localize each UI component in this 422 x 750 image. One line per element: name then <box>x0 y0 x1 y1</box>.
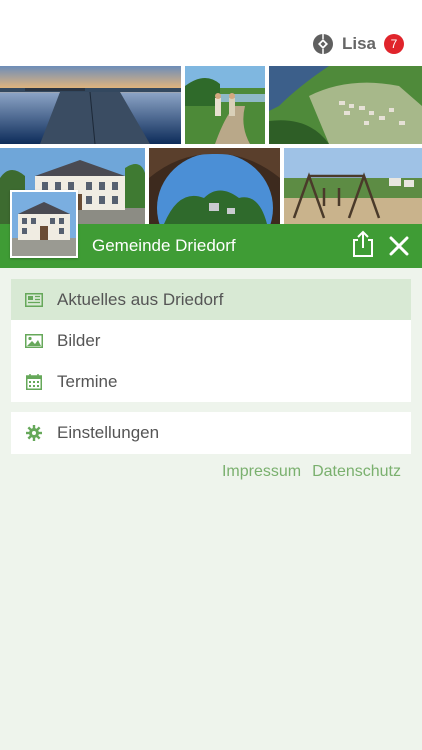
community-title: Gemeinde Driedorf <box>92 236 236 255</box>
main-menu: Aktuelles aus Driedorf Bilder Termine <box>11 279 411 402</box>
image-icon <box>25 333 43 349</box>
user-name[interactable]: Lisa <box>342 34 376 54</box>
user-account[interactable]: Lisa 7 <box>312 32 404 56</box>
menu-item-label: Termine <box>57 371 118 391</box>
menu-item-termine[interactable]: Termine <box>11 361 411 402</box>
menu-item-aktuelles[interactable]: Aktuelles aus Driedorf <box>11 279 411 320</box>
lake-dock-photo <box>0 66 181 144</box>
calendar-icon <box>25 373 43 390</box>
hikers-photo <box>185 66 265 144</box>
notification-badge[interactable]: 7 <box>384 34 404 54</box>
impressum-link[interactable]: Impressum <box>222 463 301 481</box>
menu-item-label: Aktuelles aus Driedorf <box>57 289 224 309</box>
menu-item-label: Einstellungen <box>57 423 160 442</box>
gear-icon <box>25 425 43 441</box>
settings-menu: Einstellungen <box>11 412 411 454</box>
menu-item-einstellungen[interactable]: Einstellungen <box>11 412 411 454</box>
menu-item-bilder[interactable]: Bilder <box>11 320 411 361</box>
share-icon[interactable] <box>350 230 376 258</box>
aerial-village-photo <box>269 66 422 144</box>
tree-arch-photo <box>149 148 280 224</box>
community-thumbnail <box>10 190 78 258</box>
playground-photo <box>284 148 422 224</box>
app-logo-icon <box>312 34 333 54</box>
datenschutz-link[interactable]: Datenschutz <box>312 463 401 481</box>
close-icon[interactable] <box>387 235 411 257</box>
menu-item-label: Bilder <box>57 330 101 350</box>
top-bar: Lisa 7 <box>0 0 422 66</box>
newspaper-icon <box>25 292 43 308</box>
footer-links: Impressum Datenschutz <box>222 463 401 481</box>
